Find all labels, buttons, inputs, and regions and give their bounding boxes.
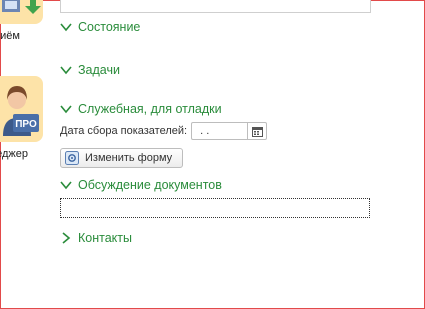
section-docs-discussion-header[interactable]: Обсуждение документов (60, 178, 222, 192)
edit-form-label: Изменить форму (85, 152, 173, 164)
section-contacts-header[interactable]: Контакты (60, 231, 132, 245)
calendar-icon (251, 126, 263, 137)
form-settings-icon (65, 151, 79, 165)
section-title: Состояние (78, 20, 141, 34)
chevron-right-icon (62, 232, 71, 244)
edit-form-button[interactable]: Изменить форму (60, 148, 183, 168)
side-panel: риём ПРО неджер (0, 0, 48, 309)
date-value: . . (200, 125, 210, 137)
section-title: Служебная, для отладки (78, 102, 222, 116)
svg-text:ПРО: ПРО (15, 119, 37, 130)
section-state-header[interactable]: Состояние (60, 20, 140, 34)
section-title: Контакты (78, 231, 132, 245)
section-debug-header[interactable]: Служебная, для отладки (60, 102, 222, 116)
side-tile-manager[interactable]: ПРО (0, 76, 43, 142)
docs-discussion-field[interactable] (60, 198, 370, 218)
chevron-down-icon (60, 66, 72, 75)
side-tile-label: неджер (0, 148, 28, 160)
chevron-down-icon (60, 105, 72, 114)
top-text-field[interactable] (60, 0, 371, 13)
manager-avatar-icon: ПРО (3, 86, 39, 136)
date-collection-input[interactable]: . . (191, 122, 268, 140)
side-tile-reception[interactable] (0, 0, 43, 24)
section-tasks-header[interactable]: Задачи (60, 63, 120, 77)
section-title: Задачи (78, 63, 120, 77)
calendar-button[interactable] (247, 123, 266, 139)
chevron-down-icon (60, 23, 72, 32)
side-tile-label: риём (0, 30, 20, 42)
date-collection-row: Дата сбора показателей: . . (60, 122, 268, 140)
section-title: Обсуждение документов (78, 178, 222, 192)
chevron-down-icon (60, 181, 72, 190)
reception-icon (2, 0, 41, 14)
date-collection-label: Дата сбора показателей: (60, 125, 188, 137)
